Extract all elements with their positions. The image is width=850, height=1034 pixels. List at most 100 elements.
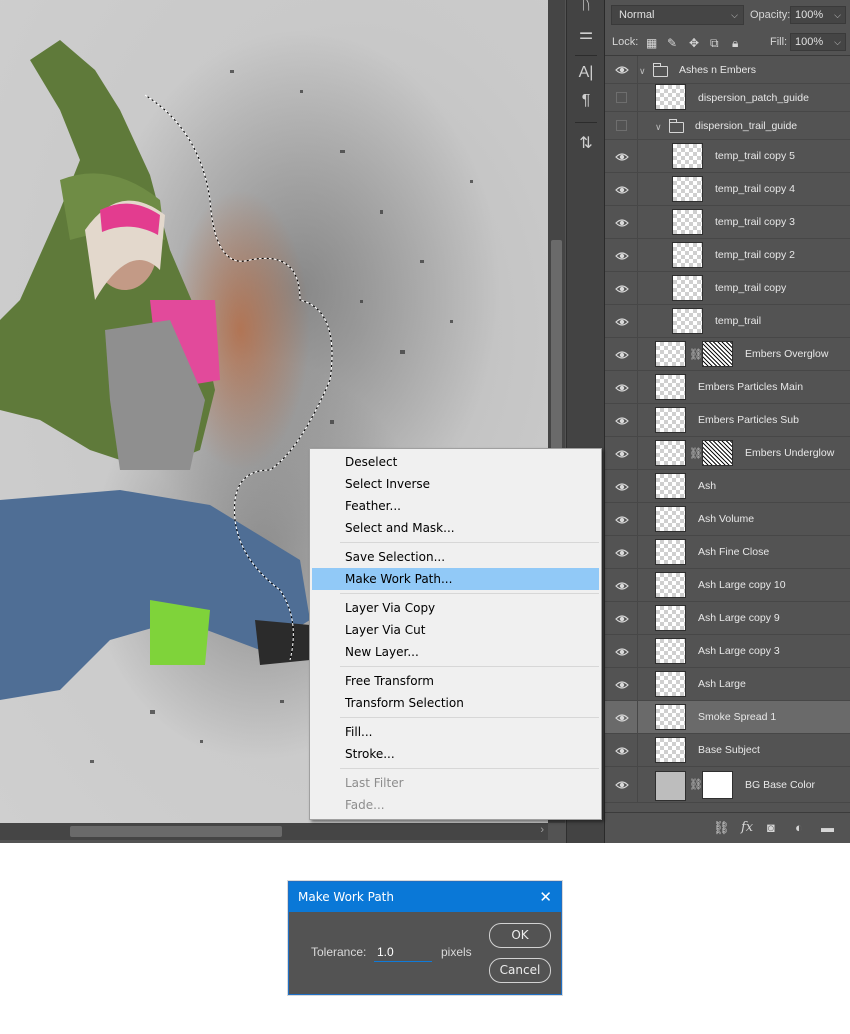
menu-item-layer-via-cut[interactable]: Layer Via Cut <box>310 619 601 641</box>
scrollbar-thumb[interactable] <box>70 826 282 837</box>
fx-icon[interactable]: fx <box>741 820 753 835</box>
layer-row[interactable]: Ash Large <box>605 668 850 701</box>
canvas-horizontal-scrollbar[interactable]: › <box>0 823 548 840</box>
menu-item-new-layer[interactable]: New Layer... <box>310 641 601 663</box>
layer-name: temp_trail copy 4 <box>715 183 795 195</box>
menu-item-stroke[interactable]: Stroke... <box>310 743 601 765</box>
layer-row[interactable]: Ash <box>605 470 850 503</box>
layer-row[interactable]: Ash Large copy 3 <box>605 635 850 668</box>
blend-mode-select[interactable]: Normal ⌵ <box>611 5 744 25</box>
visibility-toggle[interactable] <box>605 140 638 172</box>
visibility-toggle[interactable] <box>605 305 638 337</box>
visibility-toggle[interactable] <box>605 734 638 766</box>
ok-button[interactable]: OK <box>489 923 551 948</box>
layer-name: Ash Large <box>698 678 746 690</box>
eye-icon <box>615 414 629 428</box>
layer-row[interactable]: ⛓ BG Base Color <box>605 767 850 803</box>
history-panel-icon[interactable]: ⇅ <box>567 133 605 153</box>
layer-row[interactable]: ∨ dispersion_trail_guide <box>605 112 850 140</box>
visibility-toggle[interactable] <box>605 767 638 802</box>
visibility-toggle[interactable] <box>605 272 638 304</box>
layer-row[interactable]: temp_trail copy <box>605 272 850 305</box>
menu-item-save-selection[interactable]: Save Selection... <box>310 546 601 568</box>
visibility-toggle[interactable] <box>605 569 638 601</box>
layer-thumbnail <box>655 472 686 499</box>
layer-row[interactable]: temp_trail <box>605 305 850 338</box>
menu-item-transform-selection[interactable]: Transform Selection <box>310 692 601 714</box>
brush-presets-icon[interactable]: ᚢ <box>567 0 605 14</box>
menu-item-fill[interactable]: Fill... <box>310 721 601 743</box>
menu-item-feather[interactable]: Feather... <box>310 495 601 517</box>
tolerance-input[interactable] <box>374 942 432 962</box>
visibility-toggle[interactable] <box>605 503 638 535</box>
visibility-toggle[interactable] <box>605 56 638 83</box>
expand-chevron-icon[interactable]: ∨ <box>639 66 646 77</box>
mask-icon[interactable]: ◙ <box>767 820 775 835</box>
scroll-right-arrow-icon[interactable]: › <box>540 824 544 836</box>
layer-row[interactable]: Base Subject <box>605 734 850 767</box>
layer-row[interactable]: ∨ Ashes n Embers <box>605 56 850 84</box>
expand-chevron-icon[interactable]: ∨ <box>655 122 662 133</box>
layer-thumbnail <box>672 208 703 235</box>
menu-item-select-inverse[interactable]: Select Inverse <box>310 473 601 495</box>
tolerance-label: Tolerance: <box>311 945 367 959</box>
visibility-toggle[interactable] <box>605 470 638 502</box>
menu-separator <box>340 542 599 543</box>
layer-row[interactable]: Embers Particles Main <box>605 371 850 404</box>
visibility-toggle[interactable] <box>605 84 638 111</box>
layer-row[interactable]: temp_trail copy 5 <box>605 140 850 173</box>
visibility-toggle[interactable] <box>605 371 638 403</box>
cancel-button[interactable]: Cancel <box>489 958 551 983</box>
layer-mask-thumbnail[interactable] <box>702 771 733 799</box>
visibility-toggle[interactable] <box>605 173 638 205</box>
visibility-toggle[interactable] <box>605 112 638 139</box>
scrollbar-thumb[interactable] <box>551 240 562 460</box>
menu-item-make-work-path[interactable]: Make Work Path... <box>312 568 599 590</box>
layer-row[interactable]: Smoke Spread 1 <box>605 701 850 734</box>
lock-transparent-pixels-icon[interactable]: ▦ <box>646 36 657 50</box>
layer-row[interactable]: temp_trail copy 4 <box>605 173 850 206</box>
opacity-field[interactable]: 100% ⌵ <box>790 6 846 24</box>
layer-row[interactable]: temp_trail copy 3 <box>605 206 850 239</box>
lock-artboard-icon[interactable]: ⧉ <box>710 36 719 51</box>
close-icon[interactable]: ✕ <box>539 882 552 912</box>
visibility-toggle[interactable] <box>605 602 638 634</box>
visibility-toggle[interactable] <box>605 206 638 238</box>
layer-row[interactable]: ⛓ Embers Overglow <box>605 338 850 371</box>
layer-row[interactable]: dispersion_patch_guide <box>605 84 850 112</box>
layer-mask-thumbnail[interactable] <box>702 340 733 367</box>
fill-field[interactable]: 100% ⌵ <box>790 33 846 51</box>
visibility-toggle[interactable] <box>605 668 638 700</box>
link-icon[interactable]: ⛓ <box>713 820 730 836</box>
layer-mask-thumbnail[interactable] <box>702 439 733 466</box>
adjustments-sliders-icon[interactable]: ⚌ <box>567 24 605 44</box>
layer-row[interactable]: Ash Fine Close <box>605 536 850 569</box>
layer-row[interactable]: temp_trail copy 2 <box>605 239 850 272</box>
folder-icon[interactable]: ▬ <box>821 820 834 835</box>
menu-item-free-transform[interactable]: Free Transform <box>310 670 601 692</box>
menu-item-deselect[interactable]: Deselect <box>310 451 601 473</box>
layer-row[interactable]: Ash Large copy 10 <box>605 569 850 602</box>
lock-all-icon[interactable]: 🔒︎ <box>732 36 738 51</box>
paragraph-panel-icon[interactable]: ¶ <box>567 92 605 110</box>
layer-row[interactable]: Embers Particles Sub <box>605 404 850 437</box>
link-icon[interactable]: ⛓ <box>689 348 703 361</box>
menu-item-layer-via-copy[interactable]: Layer Via Copy <box>310 597 601 619</box>
visibility-toggle[interactable] <box>605 338 638 370</box>
link-icon[interactable]: ⛓ <box>689 778 703 791</box>
visibility-toggle[interactable] <box>605 701 638 733</box>
visibility-toggle[interactable] <box>605 404 638 436</box>
visibility-toggle[interactable] <box>605 239 638 271</box>
layer-row[interactable]: ⛓ Embers Underglow <box>605 437 850 470</box>
visibility-toggle[interactable] <box>605 536 638 568</box>
visibility-toggle[interactable] <box>605 437 638 469</box>
character-panel-icon[interactable]: A| <box>567 64 605 82</box>
layer-row[interactable]: Ash Volume <box>605 503 850 536</box>
visibility-toggle[interactable] <box>605 635 638 667</box>
lock-image-pixels-icon[interactable]: ✎ <box>667 36 677 50</box>
adjustment-icon[interactable]: ◐ <box>795 820 803 835</box>
lock-position-icon[interactable]: ✥ <box>689 36 699 50</box>
layer-row[interactable]: Ash Large copy 9 <box>605 602 850 635</box>
link-icon[interactable]: ⛓ <box>689 447 703 460</box>
menu-item-select-and-mask[interactable]: Select and Mask... <box>310 517 601 539</box>
